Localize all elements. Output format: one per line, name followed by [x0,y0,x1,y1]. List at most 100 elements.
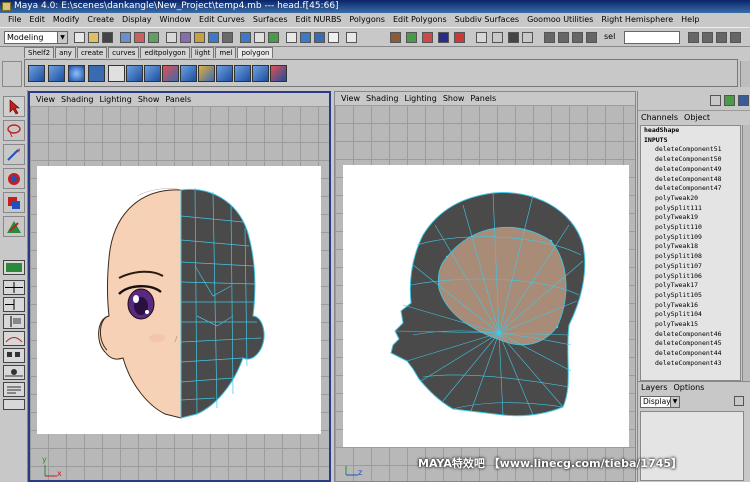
history-node-item[interactable]: deleteComponent51 [641,145,740,155]
viewport-menu-shading[interactable]: Shading [58,93,97,106]
layout-single-icon[interactable] [688,32,699,43]
layers-toggle-icon[interactable] [586,32,597,43]
snap-view-plane-icon[interactable] [328,32,339,43]
history-node-item[interactable]: deleteComponent43 [641,359,740,369]
viewport-menu-panels[interactable]: Panels [162,93,194,106]
history-node-item[interactable]: deleteComponent48 [641,175,740,185]
magnet-icon[interactable] [454,32,465,43]
selection-input[interactable] [624,31,680,44]
layout-script-icon[interactable] [3,382,25,397]
layer-menu-options[interactable]: Options [670,382,707,394]
render-icon[interactable] [438,32,449,43]
layer-mode-icon[interactable] [738,95,749,106]
history-node-item[interactable]: polyTweak17 [641,281,740,291]
viewport-menu-panels[interactable]: Panels [467,92,499,105]
viewport-menu-shading[interactable]: Shading [363,92,402,105]
menu-help[interactable]: Help [677,13,703,27]
select-by-render-icon[interactable] [254,32,265,43]
extrude-edge-icon[interactable] [144,65,161,82]
history-node-item[interactable]: polyTweak18 [641,242,740,252]
extrude-face-icon[interactable] [126,65,143,82]
shelf-tab-light[interactable]: light [190,47,215,58]
delete-edge-icon[interactable] [270,65,287,82]
layout-two-panes-icon[interactable] [3,297,25,312]
layout-custom-icon[interactable] [3,399,25,410]
select-by-dynamic-icon[interactable] [240,32,251,43]
manipulator-tool-icon[interactable] [3,216,25,237]
layout-graph-icon[interactable] [3,331,25,346]
split-polygon-icon[interactable] [48,65,65,82]
viewport-menu-lighting[interactable]: Lighting [401,92,439,105]
menu-set-select[interactable]: Modeling ▼ [4,31,68,44]
move-tool-icon[interactable] [3,144,25,165]
output-ops-icon[interactable] [406,32,417,43]
shelf-tab-create[interactable]: create [76,47,108,58]
channel-box-mode-icon[interactable] [710,95,721,106]
shelf-tab-polygon[interactable]: polygon [237,47,274,58]
combine-icon[interactable] [198,65,215,82]
lasso-tool-icon[interactable] [3,120,25,141]
shelf-menu[interactable] [2,61,22,87]
menu-edit-nurbs[interactable]: Edit NURBS [292,13,346,27]
shape-node-name[interactable]: headShape [641,126,740,136]
viewport-menu-show[interactable]: Show [440,92,468,105]
history-node-item[interactable]: deleteComponent49 [641,165,740,175]
make-live-icon[interactable] [346,32,357,43]
layer-type-select[interactable]: Display ▼ [640,396,680,408]
select-hierarchy-icon[interactable] [120,32,131,43]
select-by-surface-icon[interactable] [208,32,219,43]
history-node-item[interactable]: polySplit110 [641,223,740,233]
select-by-joint-icon[interactable] [180,32,191,43]
channel-box-menu-object[interactable]: Object [681,112,713,124]
channels-toggle-icon[interactable] [544,32,555,43]
history-node-item[interactable]: polySplit106 [641,272,740,282]
save-scene-icon[interactable] [102,32,113,43]
merge-vertices-icon[interactable] [162,65,179,82]
menu-display[interactable]: Display [118,13,156,27]
viewport-menu-view[interactable]: View [33,93,58,106]
history-node-item[interactable]: polySplit107 [641,262,740,272]
new-scene-icon[interactable] [74,32,85,43]
checker-icon[interactable] [108,65,125,82]
poly-cube-icon[interactable] [88,65,105,82]
layout-persp-outliner-icon[interactable] [716,32,727,43]
mirror-icon[interactable] [234,65,251,82]
viewport-side[interactable]: View Shading Lighting Show Panels z [334,91,636,482]
menu-right-hemisphere[interactable]: Right Hemisphere [597,13,677,27]
menu-create[interactable]: Create [83,13,118,27]
select-by-curve-icon[interactable] [194,32,205,43]
snap-curve-icon[interactable] [300,32,311,43]
scale-tool-icon[interactable] [3,192,25,213]
history-toggle-icon[interactable] [422,32,433,43]
viewport-menu-view[interactable]: View [338,92,363,105]
attribute-editor-icon[interactable] [558,32,569,43]
select-by-handle-icon[interactable] [166,32,177,43]
history-node-item[interactable]: polySplit105 [641,291,740,301]
render-globals-icon[interactable] [492,32,503,43]
menu-subdiv-surfaces[interactable]: Subdiv Surfaces [451,13,523,27]
poly-tool-icon[interactable] [28,65,45,82]
layer-menu-layers[interactable]: Layers [638,382,670,394]
select-object-icon[interactable] [134,32,145,43]
history-node-item[interactable]: deleteComponent45 [641,339,740,349]
select-by-deformation-icon[interactable] [222,32,233,43]
menu-edit[interactable]: Edit [25,13,49,27]
layout-outliner-icon[interactable] [3,314,25,329]
new-layer-icon[interactable] [734,396,744,406]
layout-persp-graph-icon[interactable] [730,32,741,43]
menu-surfaces[interactable]: Surfaces [249,13,292,27]
history-node-item[interactable]: deleteComponent44 [641,349,740,359]
rotate-tool-icon[interactable] [3,168,25,189]
history-node-item[interactable]: polyTweak15 [641,320,740,330]
history-node-item[interactable]: polyTweak19 [641,213,740,223]
open-scene-icon[interactable] [88,32,99,43]
shelf-tab-mel[interactable]: mel [215,47,237,58]
select-component-icon[interactable] [148,32,159,43]
shelf-scroll[interactable] [740,61,750,87]
menu-window[interactable]: Window [156,13,196,27]
tool-settings-icon[interactable] [572,32,583,43]
menu-file[interactable]: File [4,13,25,27]
hypershade-icon[interactable] [508,32,519,43]
history-node-item[interactable]: deleteComponent50 [641,155,740,165]
viewport-menu-show[interactable]: Show [135,93,163,106]
